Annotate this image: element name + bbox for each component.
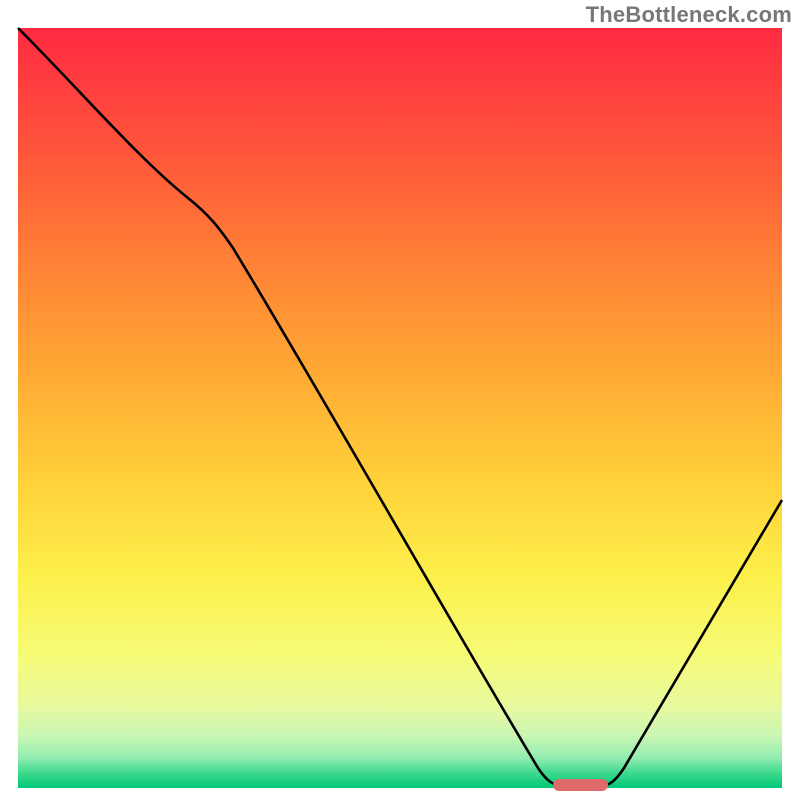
optimal-range-marker [553,779,608,791]
bottleneck-curve [18,28,782,786]
chart-container: TheBottleneck.com [0,0,800,800]
curve-layer [18,28,782,788]
plot-area [18,28,782,788]
watermark-text: TheBottleneck.com [586,2,792,28]
